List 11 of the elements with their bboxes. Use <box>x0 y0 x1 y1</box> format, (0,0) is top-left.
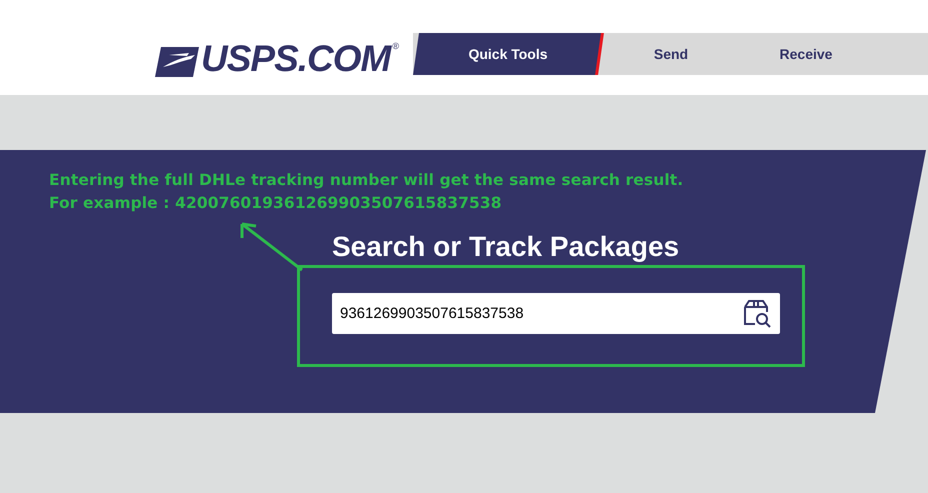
annotation-text: Entering the full DHLe tracking number will get the same search result. <box>49 170 684 191</box>
annotation-text: For example : 420076019361269903507615837538 <box>49 193 503 214</box>
eagle-logo-icon <box>155 47 199 77</box>
logo-text[interactable]: USPS.COM <box>201 40 390 77</box>
nav-tab[interactable]: Quick Tools <box>413 33 603 75</box>
package-search-icon[interactable] <box>742 298 772 328</box>
registered-mark: ® <box>392 40 399 51</box>
search-title: Search or Track Packages <box>332 230 680 264</box>
nav-tab[interactable]: Receive <box>741 33 871 75</box>
nav-tab[interactable]: Send <box>601 33 741 75</box>
tracking-search-field[interactable]: 9361269903507615837538 <box>332 293 780 334</box>
